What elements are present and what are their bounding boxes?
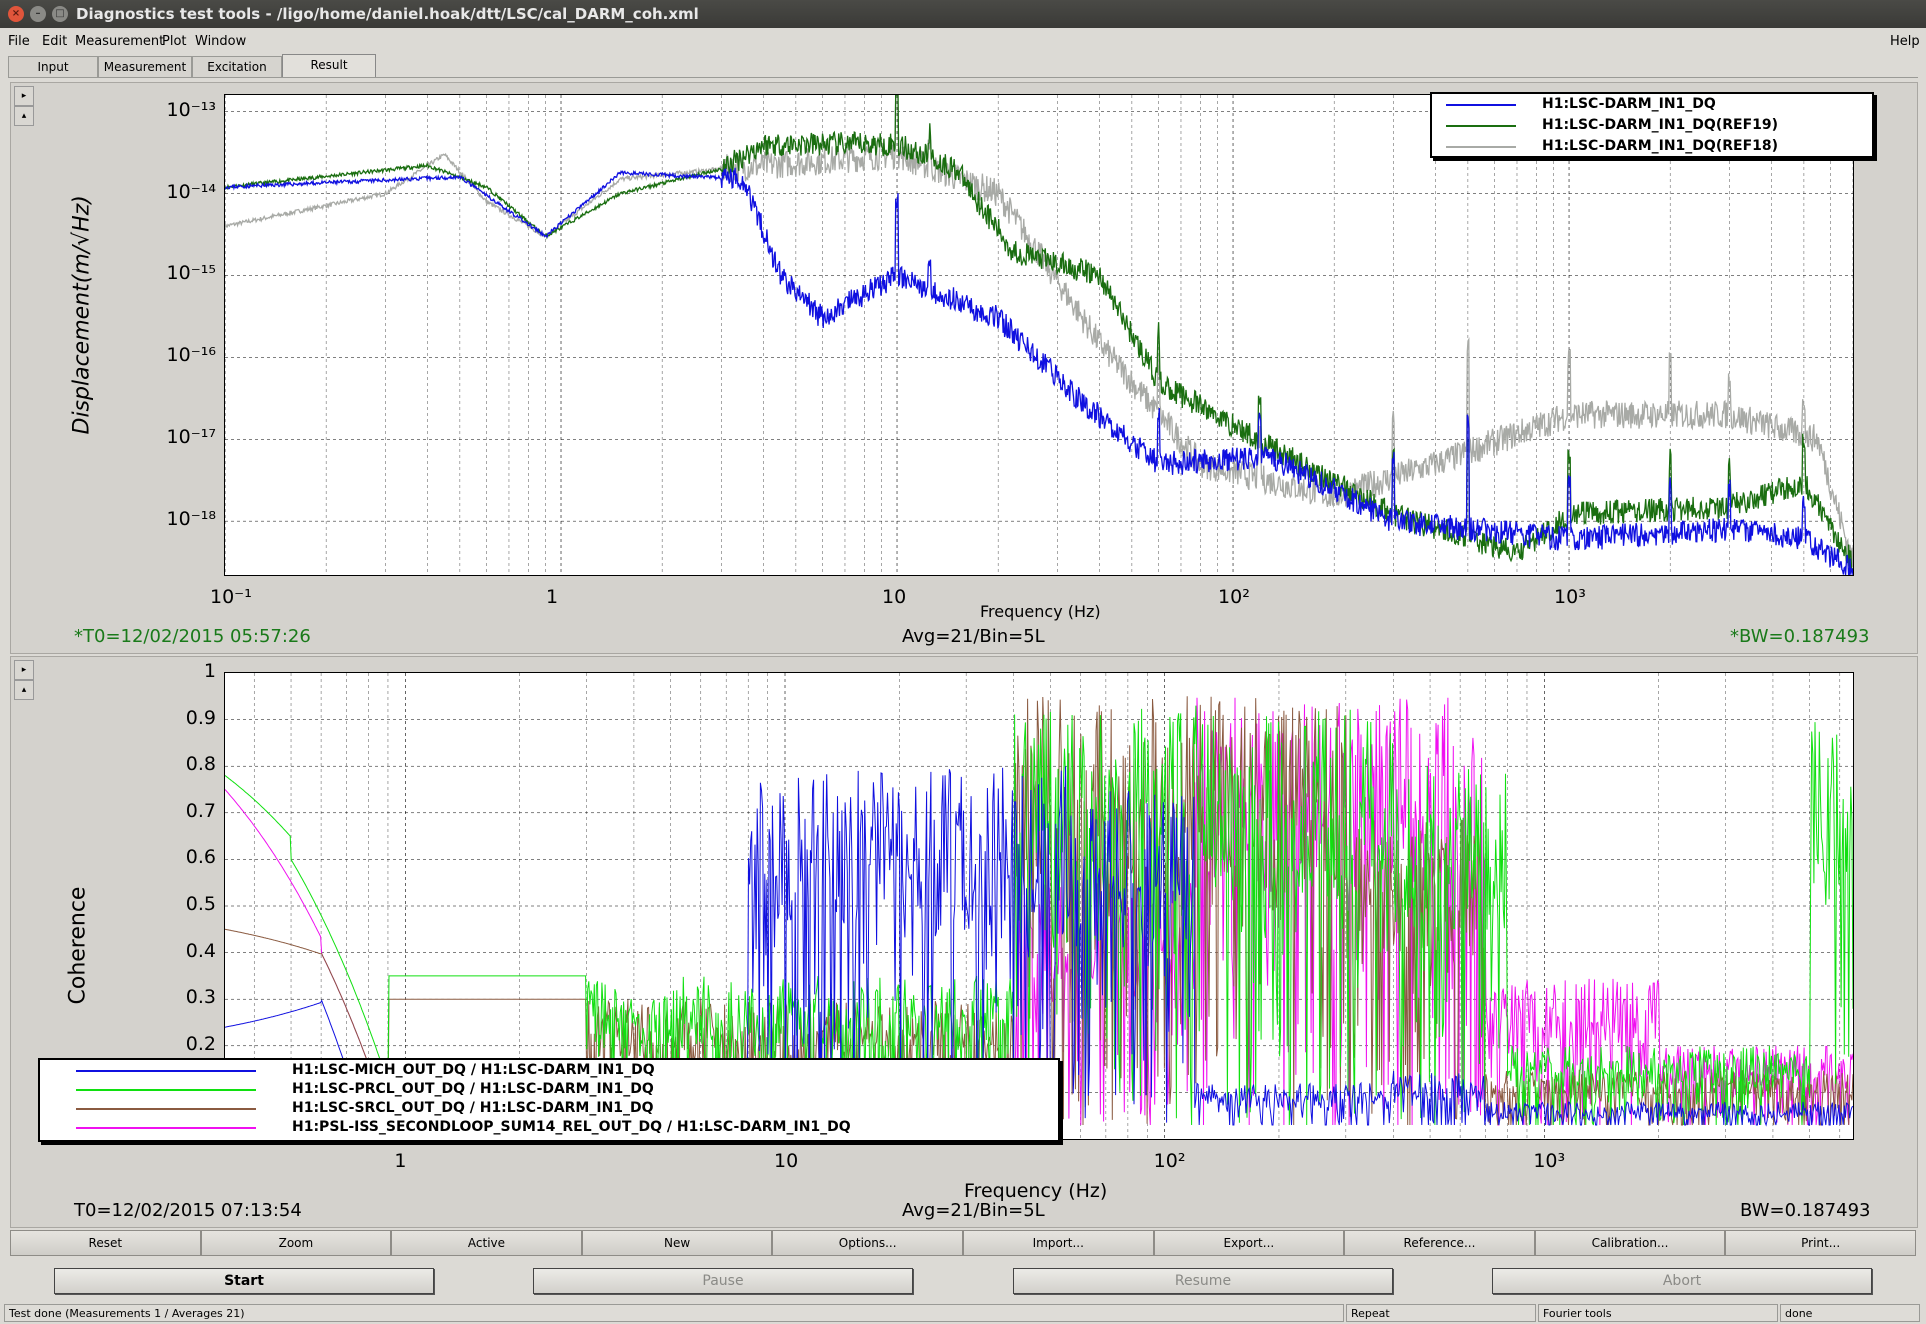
coherence-ytick: 1 bbox=[203, 660, 216, 682]
options-button[interactable]: Options... bbox=[772, 1230, 963, 1256]
spectrum-plot[interactable] bbox=[224, 94, 1854, 576]
start-button[interactable]: Start bbox=[54, 1268, 434, 1294]
spectrum-xtick: 10² bbox=[1218, 586, 1250, 608]
panel-scroll-right-icon[interactable]: ▸ bbox=[14, 86, 34, 106]
status-repeat: Repeat bbox=[1346, 1304, 1536, 1322]
tab-input[interactable]: Input bbox=[8, 56, 98, 77]
coherence-ytick: 0.9 bbox=[185, 706, 216, 729]
tab-strip: Input Measurement Excitation Result bbox=[8, 54, 376, 78]
coherence-legend-entry-3: H1:PSL-ISS_SECONDLOOP_SUM14_REL_OUT_DQ /… bbox=[40, 1117, 1058, 1136]
spectrum-ylabel: Displacement(m/√Hz) bbox=[69, 195, 95, 435]
tab-measurement[interactable]: Measurement bbox=[98, 56, 192, 77]
spectrum-ytick: 10⁻¹⁴ bbox=[166, 180, 216, 203]
tab-result[interactable]: Result bbox=[282, 54, 376, 77]
spectrum-ytick: 10⁻¹⁸ bbox=[166, 508, 216, 531]
panel2-scroll-right-icon[interactable]: ▸ bbox=[14, 660, 34, 680]
calibration-button[interactable]: Calibration... bbox=[1534, 1230, 1726, 1256]
coherence-legend-entry-1: H1:LSC-PRCL_OUT_DQ / H1:LSC-DARM_IN1_DQ bbox=[40, 1079, 1058, 1098]
import-button[interactable]: Import... bbox=[962, 1230, 1154, 1256]
spectrum-xtick: 10⁻¹ bbox=[210, 586, 252, 608]
menu-file[interactable]: File bbox=[8, 34, 30, 49]
menu-bar: File Edit Measurement Plot Window Help bbox=[0, 30, 1926, 52]
darm-trace bbox=[225, 167, 1853, 575]
menu-help[interactable]: Help bbox=[1890, 34, 1920, 49]
print-button[interactable]: Print... bbox=[1725, 1230, 1916, 1256]
window-close-button[interactable]: × bbox=[8, 6, 24, 22]
new-button[interactable]: New bbox=[581, 1230, 773, 1256]
export-button[interactable]: Export... bbox=[1153, 1230, 1345, 1256]
spectrum-xtick: 10³ bbox=[1554, 586, 1586, 608]
active-button[interactable]: Active bbox=[391, 1230, 582, 1256]
spectrum-bw: *BW=0.187493 bbox=[1730, 626, 1870, 647]
coherence-bw: BW=0.187493 bbox=[1740, 1200, 1871, 1221]
coherence-ytick: 0.5 bbox=[185, 893, 216, 915]
coherence-legend-entry-0: H1:LSC-MICH_OUT_DQ / H1:LSC-DARM_IN1_DQ bbox=[40, 1060, 1058, 1079]
coherence-xtick: 1 bbox=[394, 1150, 407, 1172]
coherence-t0: T0=12/02/2015 07:13:54 bbox=[74, 1200, 302, 1221]
tab-divider bbox=[8, 77, 1918, 78]
menu-window[interactable]: Window bbox=[195, 34, 246, 49]
pause-button[interactable]: Pause bbox=[533, 1268, 913, 1294]
abort-button[interactable]: Abort bbox=[1492, 1268, 1872, 1294]
ref18-trace bbox=[225, 95, 1853, 569]
spectrum-grid bbox=[225, 95, 1853, 575]
reset-button[interactable]: Reset bbox=[10, 1230, 201, 1256]
spectrum-t0: *T0=12/02/2015 05:57:26 bbox=[74, 626, 311, 647]
coherence-legend[interactable]: H1:LSC-MICH_OUT_DQ / H1:LSC-DARM_IN1_DQ … bbox=[38, 1058, 1060, 1142]
spectrum-avg: Avg=21/Bin=5L bbox=[902, 626, 1045, 647]
window-maximize-button[interactable]: □ bbox=[52, 6, 68, 22]
control-bar: Start Pause Resume Abort bbox=[0, 1268, 1926, 1296]
ref19-trace bbox=[225, 95, 1853, 573]
status-state: done bbox=[1780, 1304, 1920, 1322]
menu-measurement[interactable]: Measurement bbox=[75, 34, 164, 49]
coherence-xlabel: Frequency (Hz) bbox=[964, 1180, 1108, 1202]
spectrum-ytick: 10⁻¹³ bbox=[166, 98, 216, 121]
status-bar: Test done (Measurements 1 / Averages 21)… bbox=[0, 1302, 1926, 1324]
coherence-ylabel: Coherence bbox=[65, 886, 91, 1005]
coherence-ytick: 0.8 bbox=[185, 753, 216, 776]
coherence-ytick: 0.2 bbox=[185, 1032, 216, 1055]
coherence-ytick: 0.4 bbox=[185, 939, 216, 962]
spectrum-legend-entry-1: H1:LSC-DARM_IN1_DQ(REF19) bbox=[1432, 115, 1872, 136]
coherence-xtick: 10² bbox=[1153, 1150, 1186, 1172]
tab-excitation[interactable]: Excitation bbox=[192, 56, 282, 77]
window-title: Diagnostics test tools - /ligo/home/dani… bbox=[76, 5, 699, 23]
spectrum-xtick: 10 bbox=[882, 586, 907, 608]
spectrum-ytick: 10⁻¹⁷ bbox=[166, 426, 216, 449]
resume-button[interactable]: Resume bbox=[1013, 1268, 1393, 1294]
coherence-ytick: 0.3 bbox=[185, 986, 216, 1009]
coherence-xtick: 10 bbox=[774, 1150, 799, 1172]
zoom-button[interactable]: Zoom bbox=[200, 1230, 392, 1256]
spectrum-xtick: 1 bbox=[546, 586, 559, 608]
spectrum-plot-canvas bbox=[225, 95, 1853, 575]
spectrum-xlabel: Frequency (Hz) bbox=[980, 602, 1101, 621]
spectrum-ytick: 10⁻¹⁵ bbox=[166, 262, 216, 285]
coherence-ytick: 0.6 bbox=[185, 846, 216, 869]
status-tool: Fourier tools bbox=[1538, 1304, 1778, 1322]
panel-scroll-up-icon[interactable]: ▴ bbox=[14, 106, 34, 126]
coherence-avg: Avg=21/Bin=5L bbox=[902, 1200, 1045, 1221]
plot-toolbar: Reset Zoom Active New Options... Import.… bbox=[10, 1230, 1916, 1256]
menu-edit[interactable]: Edit bbox=[42, 34, 67, 49]
coherence-ytick: 0.7 bbox=[185, 799, 216, 822]
spectrum-legend[interactable]: H1:LSC-DARM_IN1_DQ H1:LSC-DARM_IN1_DQ(RE… bbox=[1430, 92, 1874, 158]
menu-plot[interactable]: Plot bbox=[162, 34, 187, 49]
spectrum-legend-entry-0: H1:LSC-DARM_IN1_DQ bbox=[1432, 94, 1872, 115]
spectrum-legend-entry-2: H1:LSC-DARM_IN1_DQ(REF18) bbox=[1432, 136, 1872, 157]
coherence-legend-entry-2: H1:LSC-SRCL_OUT_DQ / H1:LSC-DARM_IN1_DQ bbox=[40, 1098, 1058, 1117]
window-titlebar: × – □ Diagnostics test tools - /ligo/hom… bbox=[0, 0, 1926, 28]
window-minimize-button[interactable]: – bbox=[30, 6, 46, 22]
panel2-scroll-up-icon[interactable]: ▴ bbox=[14, 680, 34, 700]
status-message: Test done (Measurements 1 / Averages 21) bbox=[4, 1304, 1344, 1322]
spectrum-ytick: 10⁻¹⁶ bbox=[166, 344, 216, 367]
reference-button[interactable]: Reference... bbox=[1344, 1230, 1535, 1256]
coherence-xtick: 10³ bbox=[1533, 1150, 1566, 1172]
